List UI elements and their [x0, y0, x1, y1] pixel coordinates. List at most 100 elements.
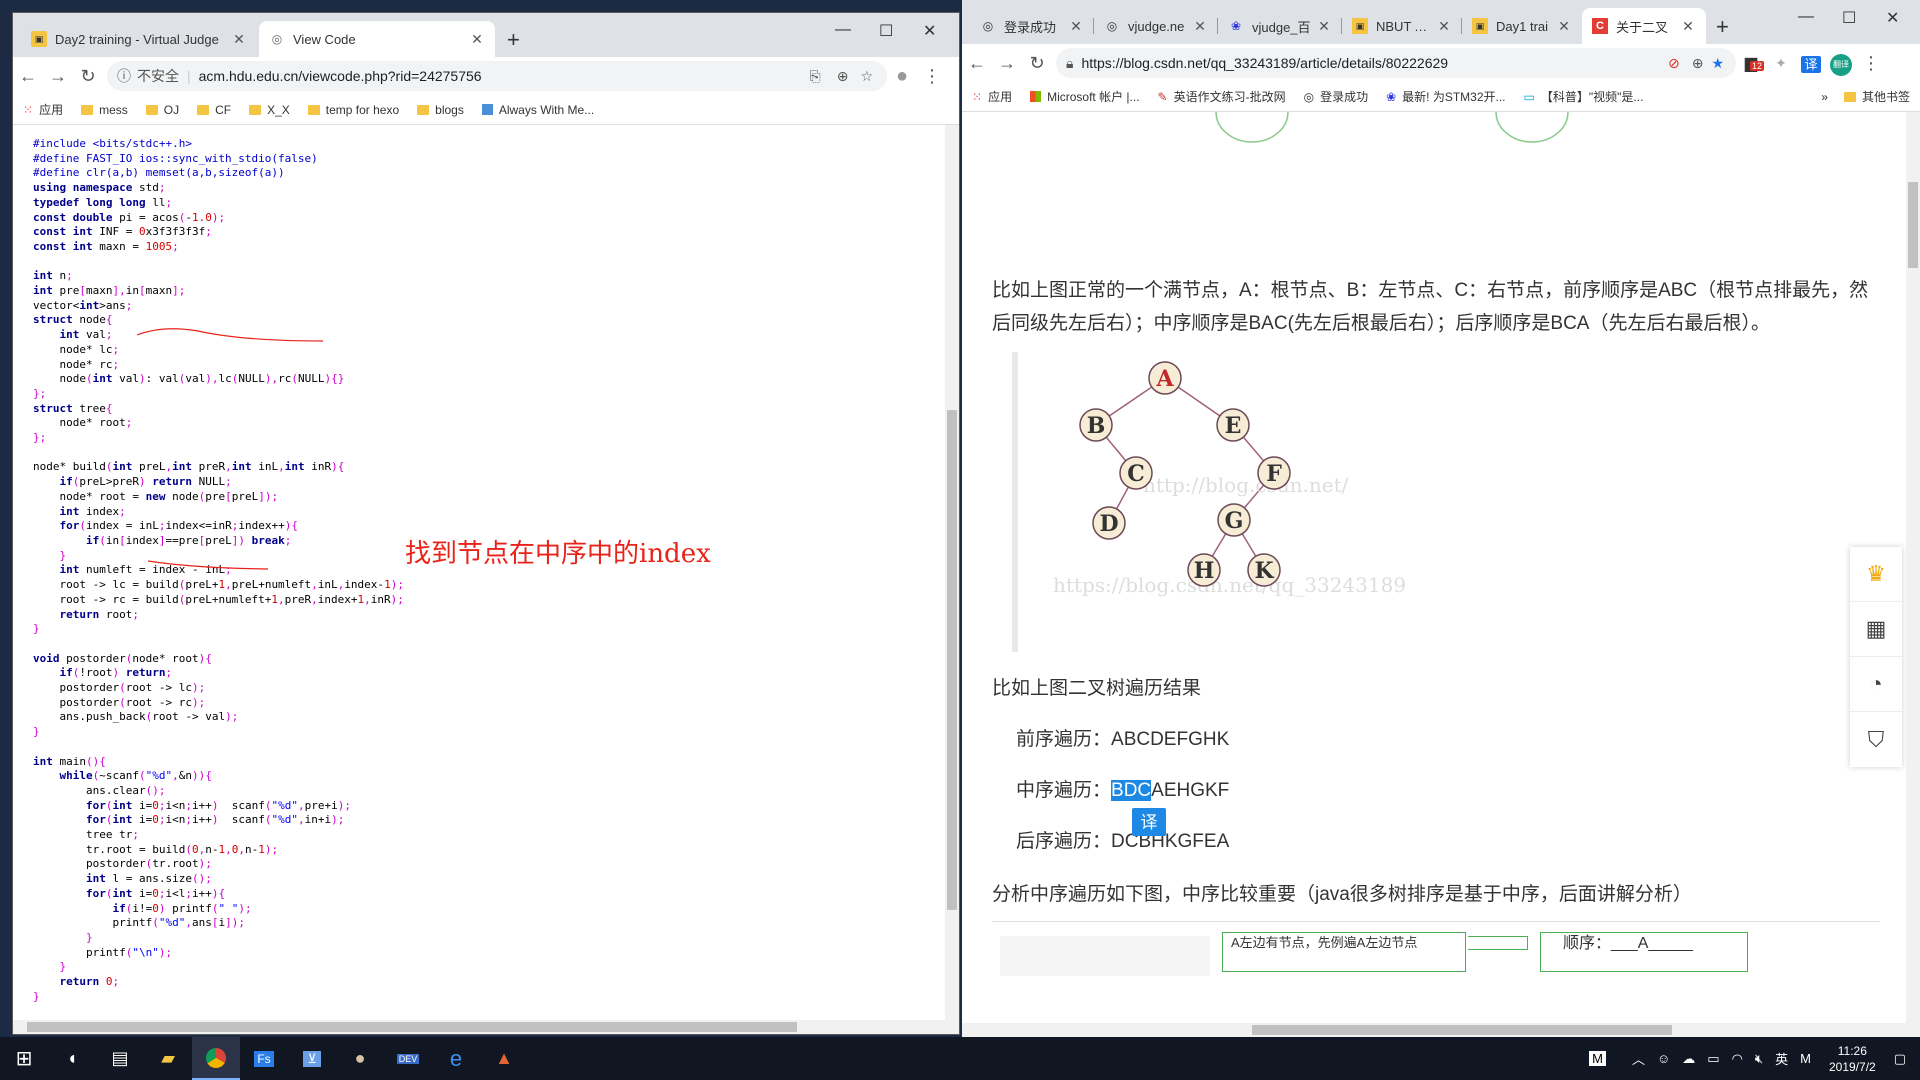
notification-icon[interactable]: ▢ [1894, 1051, 1906, 1067]
translate-popup-button[interactable]: 译 [1132, 808, 1166, 836]
reload-icon[interactable]: ↻ [73, 66, 103, 87]
tray-cloud-icon[interactable]: ☁ [1682, 1051, 1695, 1067]
close-tab-icon[interactable]: ✕ [1436, 18, 1452, 35]
profile-avatar-icon[interactable]: ● [887, 65, 917, 88]
address-bar[interactable]: 🔒︎ https://blog.csdn.net/qq_33243189/art… [1056, 48, 1736, 78]
back-arrow-icon[interactable]: ← [962, 53, 992, 74]
bookmark-microsoft[interactable]: Microsoft 帐户 |... [1030, 88, 1140, 105]
menu-dots-icon[interactable]: ⋮ [1856, 53, 1886, 74]
tray-chevron-up-icon[interactable]: ︿ [1632, 1049, 1645, 1068]
edge-icon[interactable]: e [432, 1037, 480, 1080]
chat-bell-icon[interactable]: ◔ [1850, 657, 1902, 712]
vertical-scrollbar[interactable] [945, 125, 959, 1034]
zoom-icon[interactable]: ⊕ [1692, 55, 1704, 72]
crown-icon[interactable]: ♛ [1850, 547, 1902, 602]
bookmarks-overflow-icon[interactable]: » [1821, 90, 1828, 104]
tray-people-icon[interactable]: ☺ [1657, 1051, 1670, 1066]
close-tab-icon[interactable]: ✕ [1556, 18, 1572, 35]
cortana-icon[interactable]: ◖ [48, 1037, 96, 1080]
scroll-thumb[interactable] [1252, 1025, 1672, 1035]
bookmark-cf[interactable]: CF [197, 103, 231, 117]
bookmark-blogs[interactable]: blogs [417, 103, 464, 117]
bookmark-always-with-me[interactable]: Always With Me... [481, 103, 594, 117]
minimize-icon[interactable]: — [1798, 8, 1814, 26]
close-window-icon[interactable]: ✕ [1886, 8, 1899, 28]
preorder-label: 前序遍历： [1016, 729, 1112, 750]
bookmark-pigai[interactable]: ✎ 英语作文练习-批改网 [1158, 88, 1286, 105]
horizontal-scrollbar[interactable] [13, 1020, 945, 1034]
reload-icon[interactable]: ↻ [1022, 53, 1052, 74]
qrcode-icon[interactable]: ▦ [1850, 602, 1902, 657]
close-tab-icon[interactable]: ✕ [231, 31, 247, 48]
system-clock[interactable]: 11:26 2019/7/2 [1829, 1043, 1876, 1075]
close-tab-icon[interactable]: ✕ [1680, 18, 1696, 35]
bookmark-oj[interactable]: OJ [145, 103, 179, 117]
extension-icon[interactable]: ▆ 12 [1736, 53, 1766, 73]
zoom-icon[interactable]: ⊕ [837, 68, 849, 85]
tray-volume-icon[interactable]: 🔇︎ [1755, 1051, 1763, 1067]
bookmark-xx[interactable]: X_X [249, 103, 290, 117]
extension-puzzle-icon[interactable]: ✦ [1766, 55, 1796, 72]
windows-start-icon[interactable]: ⊞ [0, 1037, 48, 1080]
tab-label: vjudge.ne [1128, 18, 1185, 34]
new-tab-button[interactable]: + [1716, 14, 1729, 40]
close-tab-icon[interactable]: ✕ [1068, 18, 1084, 35]
tab-login-success[interactable]: ◎ 登录成功 ✕ [970, 8, 1094, 44]
typora-icon[interactable]: ⊻ [288, 1037, 336, 1080]
forward-arrow-icon[interactable]: → [992, 53, 1022, 74]
minimize-icon[interactable]: — [835, 21, 851, 39]
star-icon[interactable]: ☆ [860, 68, 873, 85]
scroll-thumb[interactable] [947, 410, 957, 910]
blocked-icon[interactable]: ⊘ [1668, 55, 1680, 72]
tab-vjudge[interactable]: ◎ vjudge.ne ✕ [1094, 8, 1218, 44]
bookmark-other[interactable]: 其他书签 [1843, 88, 1910, 105]
bookmark-temp-hexo[interactable]: temp for hexo [307, 103, 399, 117]
forward-arrow-icon[interactable]: → [43, 66, 73, 87]
tab-day1[interactable]: ▣ Day1 trai ✕ [1462, 8, 1582, 44]
tab-vjudge-baidu[interactable]: ❀ vjudge_百 ✕ [1218, 8, 1342, 44]
task-view-icon[interactable]: ▤ [96, 1037, 144, 1080]
close-tab-icon[interactable]: ✕ [1192, 18, 1208, 35]
bookmark-bilibili[interactable]: ▭ 【科普】"视频"是... [1524, 88, 1644, 105]
scroll-thumb[interactable] [1908, 182, 1918, 268]
scroll-thumb[interactable] [27, 1022, 797, 1032]
tray-display-icon[interactable]: ▭ [1707, 1051, 1719, 1067]
tray-ime-label[interactable]: 英 [1775, 1049, 1788, 1068]
app-fs-icon[interactable]: Fs [240, 1037, 288, 1080]
maximize-icon[interactable]: ☐ [1842, 8, 1856, 28]
close-tab-icon[interactable]: ✕ [469, 31, 485, 48]
bookmark-mess[interactable]: mess [81, 103, 128, 117]
star-icon[interactable]: ★ [1711, 55, 1724, 72]
new-tab-button[interactable]: + [507, 27, 520, 53]
tab-view-code[interactable]: ◎ View Code ✕ [259, 21, 495, 57]
shield-icon[interactable]: ⛉ [1850, 712, 1902, 767]
menu-dots-icon[interactable]: ⋮ [917, 66, 947, 87]
close-window-icon[interactable]: ✕ [923, 21, 936, 41]
tray-ime-m-icon[interactable]: M [1800, 1051, 1811, 1066]
maximize-icon[interactable]: ☐ [879, 21, 893, 41]
translate-extension-icon[interactable]: 译 [1796, 54, 1826, 73]
bookmark-apps[interactable]: ⁙ 应用 [23, 101, 63, 118]
bookmark-login[interactable]: ◎ 登录成功 [1304, 88, 1369, 105]
bookmark-apps[interactable]: ⁙ 应用 [972, 88, 1012, 105]
game-icon[interactable]: ● [336, 1037, 384, 1080]
matlab-icon[interactable]: ▲ [480, 1037, 528, 1080]
horizontal-scrollbar[interactable] [962, 1023, 1906, 1037]
bookmark-stm32[interactable]: ❀ 最新! 为STM32开... [1386, 88, 1505, 105]
vertical-scrollbar[interactable] [1906, 112, 1920, 1037]
chrome-icon[interactable] [192, 1037, 240, 1080]
info-icon[interactable]: ⓘ [117, 66, 131, 86]
address-bar[interactable]: ⓘ 不安全 | acm.hdu.edu.cn/viewcode.php?rid=… [107, 61, 887, 91]
tab-vjudge-day2[interactable]: ▣ Day2 training - Virtual Judge ✕ [21, 21, 257, 57]
tab-nbut[interactable]: ▣ NBUT AC ✕ [1342, 8, 1462, 44]
lock-icon[interactable]: 🔒︎ [1066, 55, 1073, 72]
tray-m-icon[interactable]: M [1589, 1051, 1606, 1066]
profile-avatar-icon[interactable]: 翻译 [1826, 51, 1856, 76]
file-explorer-icon[interactable]: ▰ [144, 1037, 192, 1080]
close-tab-icon[interactable]: ✕ [1316, 18, 1332, 35]
back-arrow-icon[interactable]: ← [13, 66, 43, 87]
tray-wifi-icon[interactable]: ◠ [1732, 1051, 1743, 1067]
tab-csdn-binary-tree[interactable]: C 关于二叉 ✕ [1582, 8, 1706, 44]
translate-icon[interactable]: ⎘ [810, 68, 821, 85]
devcpp-icon[interactable]: DEV [384, 1037, 432, 1080]
